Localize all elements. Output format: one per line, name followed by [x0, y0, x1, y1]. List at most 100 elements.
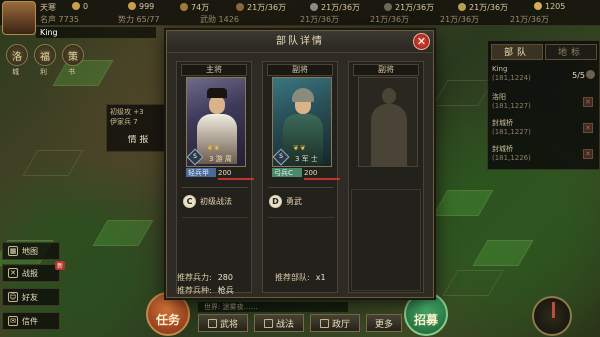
strategy-label: 书 [68, 68, 75, 76]
copper-icon [180, 3, 188, 11]
crown-icon [534, 2, 542, 10]
more-label: 更多 [374, 319, 393, 330]
swords-icon: ✕ [8, 268, 18, 278]
dialog-title: 部队详情 [167, 31, 433, 53]
government-button[interactable]: 政厅 [310, 314, 360, 332]
remove-icon[interactable]: ✕ [583, 123, 593, 133]
army-details-dialog: 部队详情 ✕ 主将 S ❦❦ 3 游 周 轻兵甲 200 C 初级战法 副将 S… [166, 30, 434, 298]
empty-portrait[interactable] [358, 77, 418, 167]
general-portrait[interactable]: S ❦❦ 3 游 周 [186, 77, 246, 167]
recruit-label: 招募 [413, 313, 438, 327]
mail-button[interactable]: ✉ 信件 [2, 312, 60, 330]
generals-button[interactable]: 武将 [198, 314, 248, 332]
crown-value: 1205 [545, 2, 566, 11]
troop-number: 200 [304, 169, 318, 177]
recruit-button[interactable]: 招募 [404, 292, 448, 336]
star-icon: ❦❦ [207, 144, 221, 152]
landmark-entry[interactable]: 封城桥 (181,1226) [492, 145, 580, 163]
intel-button[interactable]: 情 报 [110, 135, 166, 145]
remove-icon[interactable]: ✕ [583, 97, 593, 107]
general-tag: 3 游 周 [209, 155, 232, 163]
friends-icon: ☺ [8, 292, 18, 302]
landmark-entry[interactable]: 洛阳 (181,1227) [492, 93, 580, 111]
map-tile[interactable] [432, 190, 494, 216]
skill-item[interactable]: C 初级战法 [183, 193, 245, 209]
entry-coords: (181,1227) [492, 102, 531, 110]
entry-coords: (181,1224) [492, 74, 531, 82]
map-button[interactable]: ▦ 地图 [2, 242, 60, 260]
army-info-popup[interactable]: 初级攻 +3 伊家兵 7 情 报 [106, 104, 170, 152]
generals-label: 武将 [219, 319, 238, 330]
strategy-button[interactable]: 策 [62, 44, 84, 66]
quest-label: 任务 [155, 313, 180, 327]
mail-label: 信件 [22, 316, 38, 326]
player-avatar[interactable] [2, 1, 36, 35]
city-label: 城 [12, 68, 19, 76]
iron-icon [310, 3, 318, 11]
troop-bar [304, 178, 340, 180]
entry-name: 洛阳 [492, 93, 506, 101]
recommended-troops: 推荐兵力: 280 [177, 273, 233, 282]
skill-grade: C [183, 194, 196, 208]
new-badge: 新 [54, 261, 65, 270]
map-tile[interactable] [92, 220, 154, 246]
general-portrait[interactable]: S ❦❦ 3 军 士 [272, 77, 332, 167]
entry-coords: (181,1226) [492, 154, 531, 162]
reputation-value: 7735 [58, 15, 79, 24]
map-icon: ▦ [8, 246, 18, 256]
battle-report-button[interactable]: ✕ 战报 新 [2, 261, 65, 282]
city-icon: 洛 [12, 51, 22, 63]
friends-label: 好友 [22, 292, 38, 302]
troop-bar [218, 178, 254, 180]
empty-vice-general-slot[interactable]: 副将 [348, 61, 424, 293]
tactics-label: 战法 [275, 319, 294, 330]
compass-icon[interactable] [532, 296, 572, 336]
wood-value: 21万/36万 [247, 3, 287, 12]
resource-row2-c: 21万/36万 [440, 15, 480, 24]
power-value: 65/77 [136, 15, 160, 24]
generals-icon [207, 318, 217, 328]
troop-entry[interactable]: King (181,1224) [492, 65, 580, 83]
government-label: 政厅 [331, 319, 350, 330]
map-label: 地图 [22, 246, 38, 256]
tactics-button[interactable]: 战法 [254, 314, 304, 332]
unit-info: 轻兵甲 200 [186, 168, 254, 180]
map-tile[interactable] [22, 150, 84, 176]
main-general-slot[interactable]: 主将 S ❦❦ 3 游 周 轻兵甲 200 C 初级战法 [176, 61, 254, 293]
recommended-type: 推荐兵种: 枪兵 [177, 286, 234, 295]
city-button[interactable]: 洛 [6, 44, 28, 66]
more-button[interactable]: 更多 [366, 314, 402, 332]
entry-name: 封城桥 [492, 145, 513, 153]
player-name: King [36, 27, 156, 38]
gold-value: 999 [139, 2, 155, 11]
map-tile[interactable] [432, 80, 494, 106]
merit-value: 1426 [218, 15, 239, 24]
reputation-label: 名声 [40, 15, 56, 24]
battle-report-label: 战报 [22, 268, 38, 278]
tab-landmarks[interactable]: 地标 [545, 44, 597, 60]
friends-button[interactable]: ☺ 好友 [2, 288, 60, 306]
welfare-button[interactable]: 福 [34, 44, 56, 66]
strategy-icon: 策 [68, 51, 78, 63]
skill-item[interactable]: D 勇武 [269, 193, 331, 209]
tab-troops[interactable]: 部队 [491, 44, 543, 60]
government-icon [319, 318, 329, 328]
vice-general-slot[interactable]: 副将 S ❦❦ 3 军 士 弓兵C 200 D 勇武 [262, 61, 340, 293]
map-tile[interactable] [52, 60, 114, 86]
quest-button[interactable]: 任务 [146, 292, 190, 336]
slot-title: 副将 [267, 64, 333, 76]
resource-row2-d: 21万/36万 [510, 15, 550, 24]
map-tile[interactable] [472, 240, 534, 266]
chat-bar[interactable]: 世界: 迷雾夜…… [198, 302, 348, 312]
unit-info: 弓兵C 200 [272, 168, 340, 180]
iron-value: 21万/36万 [321, 3, 361, 12]
entry-coords: (181,1227) [492, 128, 531, 136]
close-icon[interactable]: ✕ [413, 33, 430, 50]
resource-row2-b: 21万/36万 [370, 15, 410, 24]
slash-icon [586, 70, 595, 79]
map-tile[interactable] [442, 270, 504, 296]
unit-type: 弓兵C [272, 168, 302, 177]
welfare-icon: 福 [40, 51, 50, 63]
remove-icon[interactable]: ✕ [583, 149, 593, 159]
landmark-entry[interactable]: 封城桥 (181,1227) [492, 119, 580, 137]
